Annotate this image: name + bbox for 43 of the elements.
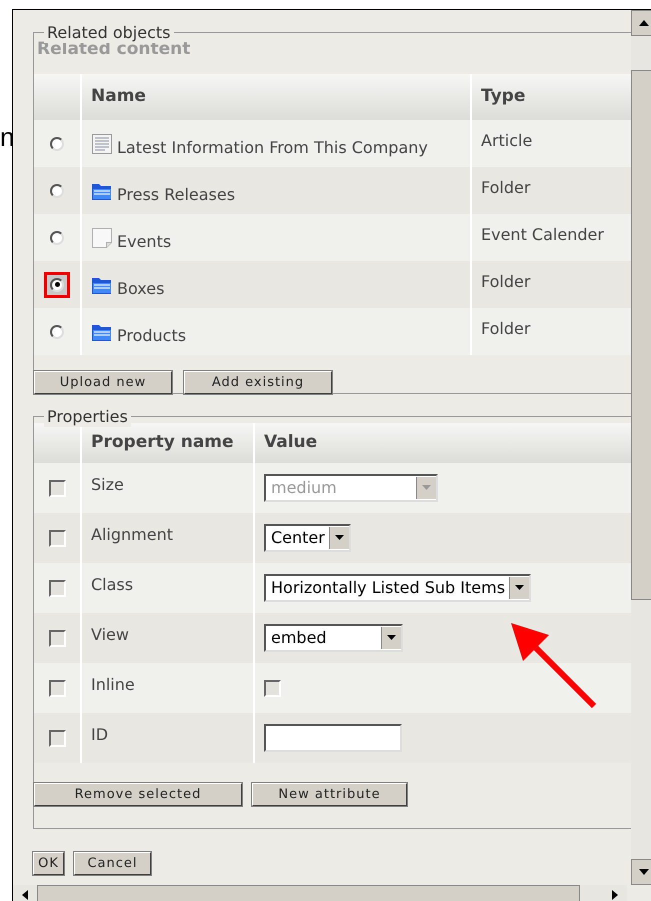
page-icon (91, 226, 113, 248)
dropdown-field[interactable]: Horizontally Listed Sub Items (264, 574, 532, 602)
checkbox[interactable] (48, 530, 66, 546)
dropdown-field[interactable]: embed (264, 624, 403, 652)
table-cell: Size (91, 475, 124, 494)
column-header: Type (480, 85, 526, 108)
table-cell: Folder (481, 178, 530, 197)
group-legend: Properties (44, 407, 131, 427)
id-input-field[interactable] (264, 724, 402, 752)
table-cell: ID (91, 725, 108, 744)
checkbox[interactable] (48, 580, 66, 596)
remove-selected-button[interactable]: Remove selected (34, 783, 242, 806)
column-header: Value (263, 431, 318, 454)
table-cell-text: Latest Information From This Company (117, 136, 428, 158)
vertical-scrollbar[interactable] (631, 10, 651, 885)
checkbox[interactable] (48, 730, 66, 746)
table-cell: Class (91, 575, 134, 594)
table-cell: Event Calender (481, 225, 604, 244)
cancel-button[interactable]: Cancel (74, 852, 151, 875)
document-icon (91, 132, 113, 154)
table-cell-text: Events (117, 230, 172, 252)
upload-new-button[interactable]: Upload new (34, 371, 172, 394)
table-cell: Alignment (91, 525, 173, 544)
table-cell-text: Products (117, 324, 186, 346)
scroll-up-icon[interactable] (631, 10, 651, 36)
new-attribute-button[interactable]: New attribute (252, 783, 407, 806)
checkbox[interactable] (264, 680, 281, 696)
ok-button[interactable]: OK (33, 852, 64, 875)
add-existing-button[interactable]: Add existing (184, 371, 332, 394)
checkbox[interactable] (48, 630, 66, 646)
table-cell: Folder (481, 272, 530, 291)
table-cell: Article (481, 131, 532, 150)
table-cell-text: Press Releases (117, 184, 236, 206)
table-cell: Folder (481, 319, 530, 338)
dropdown-field[interactable]: Center (264, 524, 351, 552)
checkbox[interactable] (48, 680, 66, 696)
table-cell: View (91, 625, 129, 644)
radio-button[interactable] (44, 272, 70, 298)
scroll-down-icon[interactable] (631, 859, 651, 885)
table-cell: Inline (91, 675, 135, 694)
group-legend: Related objects (44, 23, 174, 43)
scrollbar-thumb[interactable] (631, 70, 651, 600)
table-cell-text: Boxes (117, 278, 164, 300)
